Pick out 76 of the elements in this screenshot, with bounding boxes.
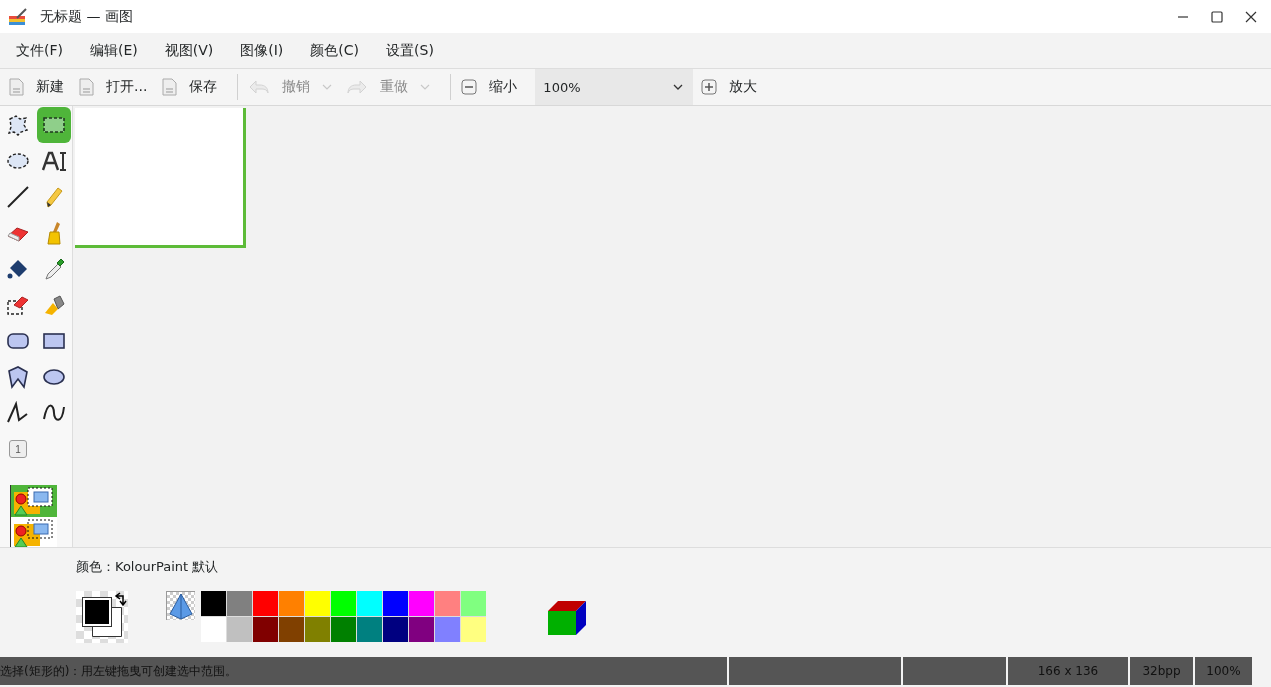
caret-icon xyxy=(420,84,431,90)
color-eraser-icon[interactable] xyxy=(6,294,30,316)
zoom-in-button[interactable]: 放大 xyxy=(699,74,766,100)
tool-button[interactable] xyxy=(37,107,71,143)
spray-can-icon[interactable] xyxy=(42,293,66,317)
color-swatch[interactable] xyxy=(227,591,252,616)
status-message: 选择(矩形的)：用左键拖曳可创建选中范围。 xyxy=(0,657,727,685)
rounded-rectangle-icon[interactable] xyxy=(6,331,30,351)
polyline-icon[interactable] xyxy=(6,401,30,425)
color-depth: 32bpp xyxy=(1130,657,1193,685)
maximize-icon[interactable] xyxy=(1209,8,1225,25)
color-swatch[interactable] xyxy=(305,617,330,642)
zoom-level: 100% xyxy=(1195,657,1252,685)
swap-arrows-icon[interactable] xyxy=(114,591,128,607)
color-swatch[interactable] xyxy=(383,591,408,616)
line-tool-icon[interactable] xyxy=(6,185,30,209)
color-swatch[interactable] xyxy=(435,591,460,616)
window-title: 无标题 — 画图 xyxy=(40,7,133,26)
color-swatch[interactable] xyxy=(331,617,356,642)
zoom-out-icon xyxy=(461,79,478,95)
lasso-select-icon[interactable] xyxy=(6,114,30,136)
caret-icon xyxy=(322,84,333,90)
menu-item[interactable]: 设置(S) xyxy=(376,37,444,64)
color-swatch[interactable] xyxy=(279,617,304,642)
color-swatch[interactable] xyxy=(201,617,226,642)
color-swatch[interactable] xyxy=(305,591,330,616)
save-button[interactable]: 保存 xyxy=(159,74,226,100)
zoom-combo[interactable]: 100% xyxy=(535,69,694,105)
color-swatch[interactable] xyxy=(279,591,304,616)
undo-arrow-icon xyxy=(248,79,271,95)
menu-item[interactable]: 图像(I) xyxy=(230,37,294,64)
menu-item[interactable]: 视图(V) xyxy=(154,37,224,64)
image-size: 166 x 136 xyxy=(1008,657,1128,685)
rectangle-select-icon[interactable] xyxy=(42,115,66,135)
color-swatch[interactable] xyxy=(409,617,434,642)
color-swatch[interactable] xyxy=(435,617,460,642)
ellipse-icon[interactable] xyxy=(42,367,66,387)
color-swatch[interactable] xyxy=(461,591,486,616)
document-icon xyxy=(78,78,94,96)
tool-button[interactable]: 1 xyxy=(9,440,27,458)
curve-icon[interactable] xyxy=(42,403,66,423)
menu-item[interactable]: 编辑(E) xyxy=(80,37,148,64)
color-swatch[interactable] xyxy=(227,617,252,642)
color-swatch[interactable] xyxy=(331,591,356,616)
app-icon xyxy=(8,7,28,26)
document-icon xyxy=(161,78,178,96)
color-swatch[interactable] xyxy=(253,591,278,616)
color-swatch[interactable] xyxy=(357,617,382,642)
rectangle-icon[interactable] xyxy=(42,331,66,351)
selection-mode-option[interactable] xyxy=(11,517,57,549)
redo-arrow-icon xyxy=(346,79,369,95)
zoom-out-button[interactable]: 缩小 xyxy=(459,74,526,100)
dropdown-caret-icon[interactable] xyxy=(673,84,684,90)
ellipse-select-icon[interactable] xyxy=(6,151,30,171)
new-button[interactable]: 新建 xyxy=(6,74,72,100)
document-icon xyxy=(8,78,24,96)
color-swatch[interactable] xyxy=(409,591,434,616)
color-swatch[interactable] xyxy=(357,591,382,616)
pyramid-icon[interactable] xyxy=(167,592,195,620)
foreground-color-swatch[interactable] xyxy=(83,598,111,626)
menu-item[interactable]: 颜色(C) xyxy=(300,37,370,64)
polygon-icon[interactable] xyxy=(6,365,30,389)
color-swatch[interactable] xyxy=(461,617,486,642)
color-swatch[interactable] xyxy=(253,617,278,642)
color-picker-icon[interactable] xyxy=(42,257,66,281)
color-swatch[interactable] xyxy=(383,617,408,642)
text-tool-icon[interactable] xyxy=(41,150,67,172)
menu-item[interactable]: 文件(F) xyxy=(6,37,73,64)
zoom-in-icon xyxy=(701,79,718,95)
palette-label: 颜色：KolourPaint 默认 xyxy=(76,558,220,576)
shapes-icon xyxy=(12,486,56,516)
shapes-icon xyxy=(12,518,56,548)
color-swatch[interactable] xyxy=(201,591,226,616)
paint-bucket-icon[interactable] xyxy=(6,258,30,280)
open-button[interactable]: 打开... xyxy=(76,74,156,100)
selection-mode-option[interactable] xyxy=(11,485,57,517)
